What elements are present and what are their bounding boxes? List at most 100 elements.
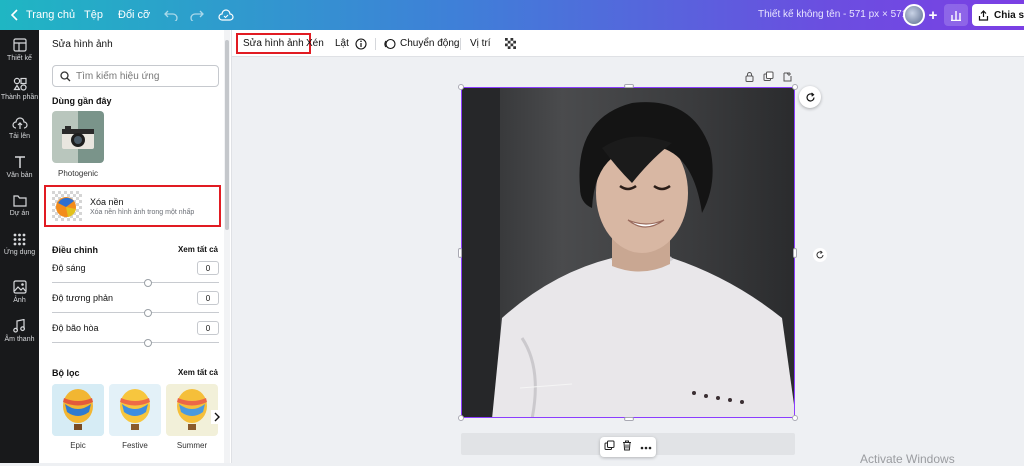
redo-button[interactable] [186,4,208,26]
music-icon [13,319,26,333]
more-options-button[interactable] [640,441,652,453]
nav-item-apps[interactable]: Ứng dụng [0,233,39,256]
background-remover-option[interactable]: Xóa nền Xóa nền hình ảnh trong một nhấp [44,185,221,227]
slider-knob[interactable] [144,309,152,317]
toolbar-divider [375,38,376,50]
search-input[interactable] [76,70,216,82]
add-page-button[interactable] [781,70,793,82]
resize-handle-bottom[interactable] [624,417,634,421]
transparency-button[interactable] [505,35,516,52]
share-icon [978,9,989,21]
panel-scrollbar[interactable] [224,30,230,463]
filter-epic[interactable] [52,384,104,436]
resize-menu[interactable]: Đổi cỡ [118,0,150,30]
cloud-save-button[interactable] [215,4,237,26]
saturation-slider[interactable] [52,339,219,347]
folder-icon [12,195,27,207]
windows-activation-watermark: Activate Windows [860,452,955,466]
filters-next-button[interactable] [211,410,223,424]
panel-title: Sửa hình ảnh [52,39,113,50]
share-button[interactable]: Chia sẻ [972,4,1024,26]
filter-festive[interactable] [109,384,161,436]
info-icon [355,37,367,50]
info-button[interactable] [355,35,367,52]
slider-knob[interactable] [144,279,152,287]
slider-knob[interactable] [144,339,152,347]
insights-button[interactable] [944,4,968,26]
nav-item-photos[interactable]: Ảnh [0,280,39,304]
context-toolbar: Sửa hình ảnh Xén Lật Chuyển động Vị trí [232,30,1024,57]
brightness-slider[interactable] [52,279,219,287]
nav-item-projects[interactable]: Dự án [0,194,39,217]
duplicate-page-button[interactable] [762,70,774,82]
filters-heading: Bộ lọc [52,368,80,378]
upload-icon [11,117,28,129]
nav-item-elements[interactable]: Thành phần [0,77,39,101]
resize-handle-top[interactable] [624,84,634,88]
undo-icon [164,10,178,21]
share-label: Chia sẻ [994,9,1024,21]
resize-handle-top-right[interactable] [792,84,798,90]
resize-handle-bottom-right[interactable] [792,415,798,421]
hot-air-balloon-image [109,384,161,436]
edit-image-button[interactable]: Sửa hình ảnh [236,33,311,54]
design-title[interactable]: Thiết kế không tên - 571 px × 571 px [758,9,921,20]
filters-see-all-link[interactable]: Xem tất cả [178,368,218,377]
undo-button[interactable] [160,4,182,26]
nav-item-text[interactable]: Văn bản [0,155,39,179]
home-button[interactable]: Trang chủ [10,0,75,30]
add-collaborator-button[interactable]: + [924,6,942,24]
nav-label-elements: Thành phần [0,94,39,101]
contrast-slider[interactable] [52,309,219,317]
rotate-handle[interactable] [813,248,827,262]
nav-item-templates[interactable]: Thiết kế [0,38,39,62]
scrollbar-thumb[interactable] [225,40,229,230]
animate-icon [384,38,396,49]
lock-button[interactable] [743,70,755,82]
template-icon [12,38,27,52]
resize-handle-top-left[interactable] [458,84,464,90]
rotate-icon [816,250,824,259]
delete-button[interactable] [622,440,632,454]
more-icon [640,446,652,450]
camera-photo-image [52,111,104,163]
refresh-icon [805,92,815,101]
animate-button[interactable]: Chuyển động [383,35,460,52]
nav-item-uploads[interactable]: Tải lên [0,116,39,140]
saturation-value[interactable]: 0 [197,321,219,335]
file-menu[interactable]: Tệp [84,0,103,30]
bg-remover-thumbnail [52,191,82,221]
contrast-value[interactable]: 0 [197,291,219,305]
canvas-photo[interactable] [461,87,795,418]
resize-handle-right[interactable] [793,248,797,258]
copy-button[interactable] [604,440,615,454]
photogenic-label: Photogenic [57,169,99,178]
resize-handle-bottom-left[interactable] [458,415,464,421]
nav-label-audio: Âm thanh [4,336,35,343]
adjust-see-all-link[interactable]: Xem tất cả [178,245,218,254]
top-bar: Trang chủ Tệp Đổi cỡ Thiết kế không tên … [0,0,1024,30]
nav-label-photos: Ảnh [13,297,26,304]
brightness-label: Độ sáng [52,263,86,273]
nav-label-apps: Ứng dụng [3,249,36,256]
flip-button[interactable]: Lật [335,35,349,52]
position-button[interactable]: Vị trí [470,35,491,52]
filter-label: Summer [176,441,208,450]
effects-search-box[interactable] [52,65,219,87]
animate-label: Chuyển động [400,38,460,49]
rotate-page-button[interactable] [799,86,821,108]
avatar[interactable] [903,4,925,26]
crop-button[interactable]: Xén [306,35,324,52]
nav-label-projects: Dự án [9,210,30,217]
bar-chart-icon [951,11,961,21]
photogenic-thumbnail[interactable] [52,111,104,163]
nav-item-audio[interactable]: Âm thanh [0,319,39,343]
brightness-value[interactable]: 0 [197,261,219,275]
edit-image-panel: Sửa hình ảnh Dùng gần đây Photogenic Xóa… [39,30,232,463]
home-label: Trang chủ [26,9,76,21]
resize-handle-left[interactable] [458,248,462,258]
trash-icon [623,440,632,451]
apps-icon [13,233,26,246]
search-icon [60,70,71,81]
recent-heading: Dùng gần đây [52,96,112,106]
